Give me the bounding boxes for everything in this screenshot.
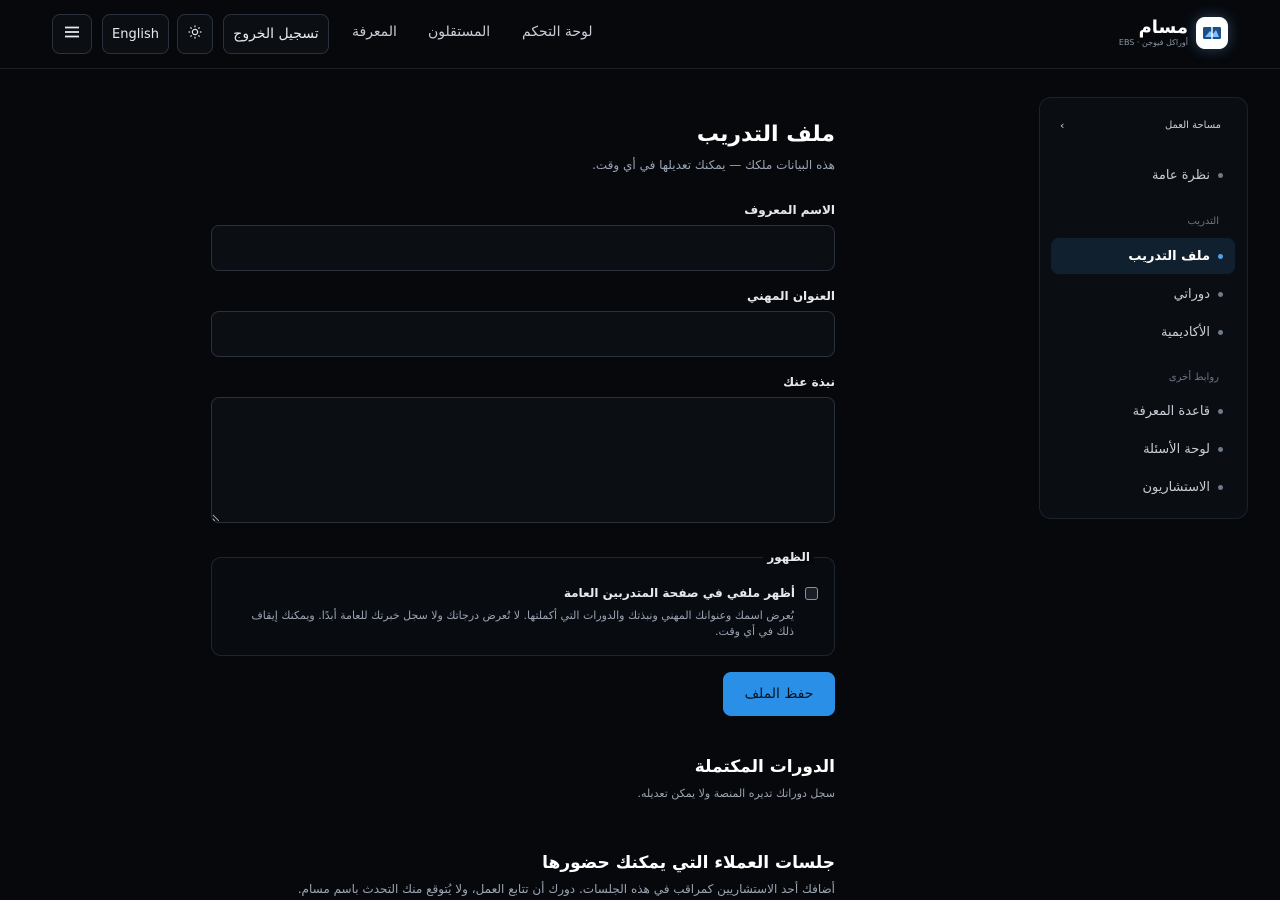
collapse-chevron-icon[interactable]: › xyxy=(1060,119,1064,132)
sidebar-item-label: دوراتي xyxy=(1173,286,1210,302)
logout-button[interactable]: تسجيل الخروج xyxy=(223,14,329,54)
headline-label: العنوان المهني xyxy=(747,289,835,303)
public-profile-option[interactable]: أظهر ملفي في صفحة المتدربين العامة xyxy=(564,586,818,600)
bio-label: نبذة عنك xyxy=(783,375,835,389)
sidebar-item-questions-board[interactable]: لوحة الأسئلة xyxy=(1051,431,1235,467)
visibility-legend: الظهور xyxy=(763,550,814,564)
bio-textarea[interactable] xyxy=(211,397,835,523)
theme-toggle-button[interactable] xyxy=(177,14,213,54)
bullet-icon xyxy=(1218,484,1223,490)
sidebar-item-label: ملف التدريب xyxy=(1128,248,1210,264)
sidebar-group-training: التدريب xyxy=(1187,216,1219,227)
headline-input[interactable] xyxy=(211,311,835,357)
sidebar-item-consultants[interactable]: الاستشاريون xyxy=(1051,469,1235,505)
bullet-icon xyxy=(1218,446,1223,452)
sidebar-item-knowledge-base[interactable]: قاعدة المعرفة xyxy=(1051,393,1235,429)
nav-freelancers[interactable]: المستقلون xyxy=(428,24,490,40)
menu-button[interactable] xyxy=(52,14,92,54)
client-sessions-title: جلسات العملاء التي يمكنك حضورها xyxy=(542,853,835,873)
sidebar-item-label: لوحة الأسئلة xyxy=(1143,441,1210,457)
logo-icon xyxy=(1196,17,1228,49)
brand-text: مسام أوراكل فيوجن · EBS xyxy=(1119,18,1188,48)
display-name-label: الاسم المعروف xyxy=(744,203,835,217)
sun-icon xyxy=(188,25,202,43)
public-profile-help: يُعرض اسمك وعنوانك المهني ونبذتك والدورا… xyxy=(251,609,794,638)
completed-courses-subtitle: سجل دوراتك تديره المنصة ولا يمكن تعديله. xyxy=(637,787,835,800)
workspace-sidebar: مساحة العمل › نظرة عامة التدريب ملف التد… xyxy=(1039,97,1248,519)
brand-name: مسام xyxy=(1138,17,1188,38)
client-sessions-subtitle: أضافك أحد الاستشاريين كمراقب في هذه الجل… xyxy=(297,882,835,896)
language-button[interactable]: English xyxy=(102,14,169,54)
sidebar-item-my-courses[interactable]: دوراتي xyxy=(1051,276,1235,312)
completed-courses-title: الدورات المكتملة xyxy=(694,757,835,777)
visibility-fieldset: الظهور أظهر ملفي في صفحة المتدربين العام… xyxy=(211,550,835,656)
bullet-icon xyxy=(1218,253,1223,259)
bullet-icon xyxy=(1218,329,1223,335)
nav-dashboard[interactable]: لوحة التحكم xyxy=(522,24,593,40)
brand[interactable]: مسام أوراكل فيوجن · EBS xyxy=(1119,17,1228,49)
sidebar-item-label: الأكاديمية xyxy=(1161,324,1210,340)
sidebar-item-academy[interactable]: الأكاديمية xyxy=(1051,314,1235,350)
save-profile-button[interactable]: حفظ الملف xyxy=(723,672,835,716)
brand-subtitle: أوراكل فيوجن · EBS xyxy=(1118,38,1188,47)
sidebar-item-label: نظرة عامة xyxy=(1151,167,1210,183)
display-name-input[interactable] xyxy=(211,225,835,271)
top-header: مسام أوراكل فيوجن · EBS لوحة التحكم المس… xyxy=(0,0,1280,69)
bullet-icon xyxy=(1218,172,1223,178)
sidebar-item-training-profile[interactable]: ملف التدريب xyxy=(1051,238,1235,274)
menu-icon xyxy=(64,26,80,42)
sidebar-item-label: قاعدة المعرفة xyxy=(1132,403,1210,419)
sidebar-item-label: الاستشاريون xyxy=(1142,479,1210,495)
page-title: ملف التدريب xyxy=(696,122,835,147)
sidebar-title: مساحة العمل xyxy=(1164,120,1221,131)
bullet-icon xyxy=(1218,408,1223,414)
public-profile-label[interactable]: أظهر ملفي في صفحة المتدربين العامة xyxy=(564,586,795,600)
public-profile-checkbox[interactable] xyxy=(805,586,818,600)
sidebar-group-links: روابط أخرى xyxy=(1168,372,1219,383)
sidebar-item-overview[interactable]: نظرة عامة xyxy=(1051,157,1235,193)
bullet-icon xyxy=(1218,291,1223,297)
page-subtitle: هذه البيانات ملكك — يمكنك تعديلها في أي … xyxy=(592,158,835,172)
nav-knowledge[interactable]: المعرفة xyxy=(352,24,397,40)
